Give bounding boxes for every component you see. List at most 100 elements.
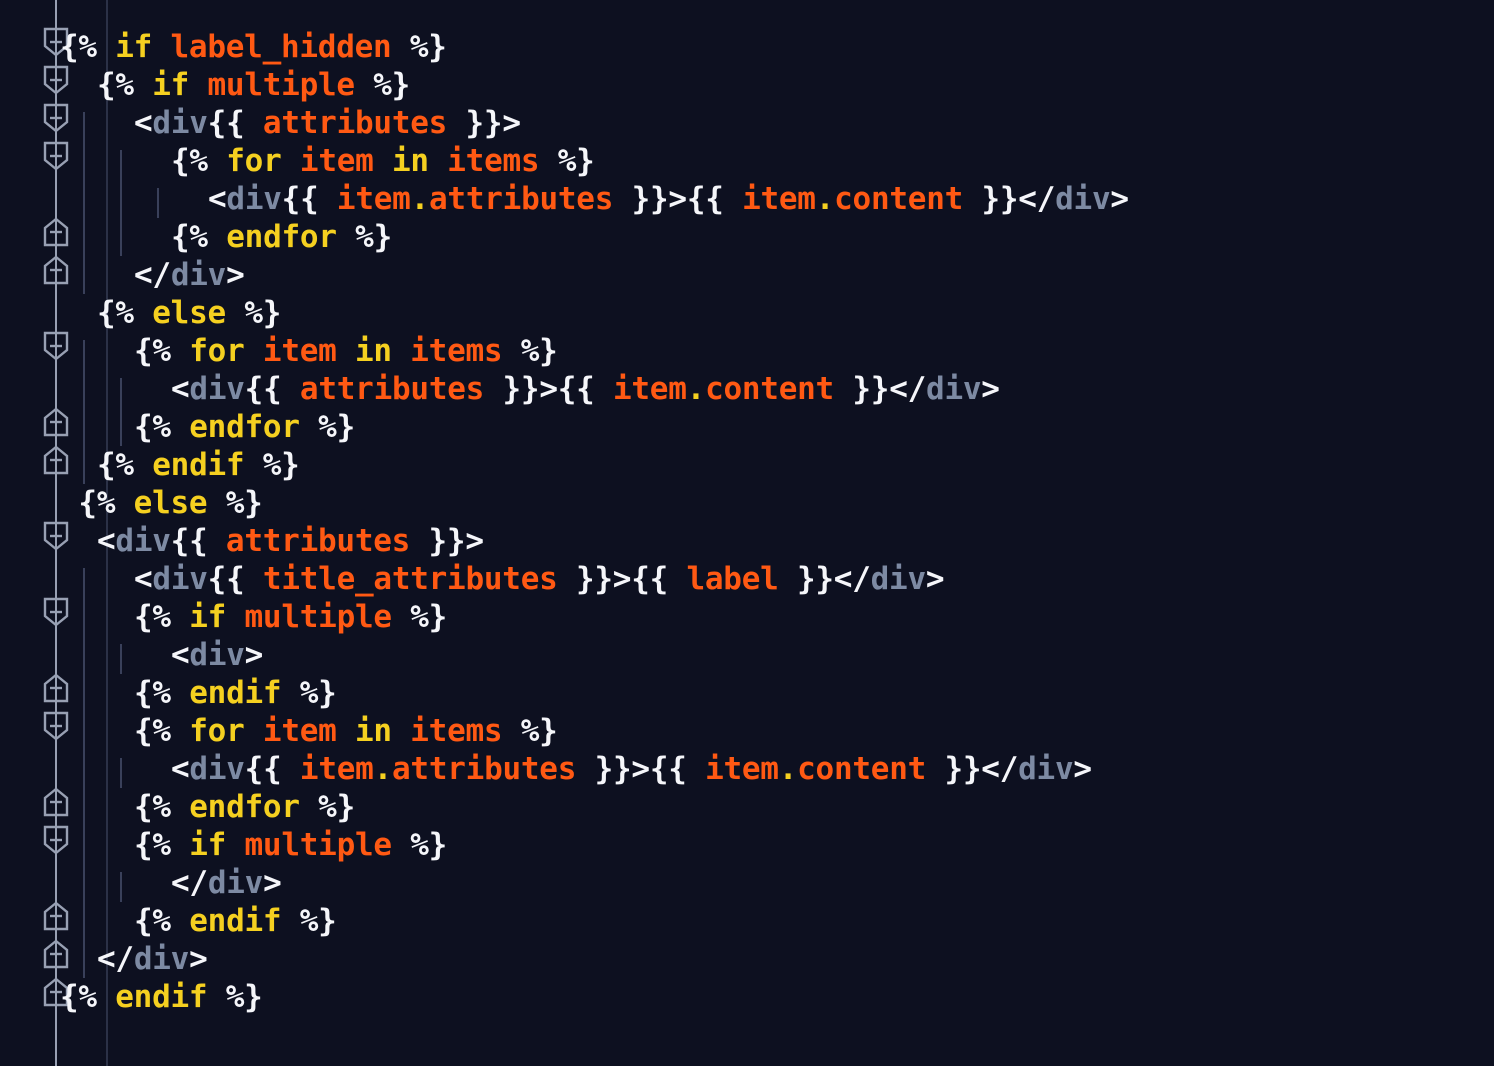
token-var: multiple xyxy=(207,67,356,103)
code-line[interactable]: </div> xyxy=(171,864,282,902)
token-punc: %} xyxy=(262,447,300,483)
code-line[interactable]: {% endif %} xyxy=(60,978,263,1016)
token-punc: {{ xyxy=(649,751,687,787)
token-var: content xyxy=(705,371,834,407)
code-line[interactable]: {% endif %} xyxy=(134,902,337,940)
token-punc: </ xyxy=(981,751,1019,787)
code-line[interactable]: {% else %} xyxy=(60,484,262,522)
code-line[interactable]: <div{{ item.attributes }}>{{ item.conten… xyxy=(208,180,1129,218)
token-var: content xyxy=(797,751,927,787)
token-punc: < xyxy=(134,561,153,597)
code-editor[interactable]: {% if label_hidden %} {% if multiple %} <d… xyxy=(0,0,1494,1066)
token-punc: {% xyxy=(134,713,171,749)
code-line[interactable]: {% for item in items %} xyxy=(171,142,595,180)
code-line[interactable]: </div> xyxy=(134,256,245,294)
token-kw: for xyxy=(226,143,282,179)
token-kw: if xyxy=(115,29,153,65)
code-line[interactable]: {% if multiple %} xyxy=(134,598,447,636)
token-punc: }} xyxy=(852,371,890,407)
code-content[interactable]: {% if label_hidden %} {% if multiple %} <d… xyxy=(0,0,1494,1066)
token-punc: {{ xyxy=(686,181,724,217)
token-punc: %} xyxy=(299,675,337,711)
code-line[interactable]: {% if multiple %} xyxy=(97,66,410,104)
code-line[interactable]: {% endfor %} xyxy=(134,408,355,446)
token-punc: {{ xyxy=(244,751,282,787)
token-punc: </ xyxy=(889,371,927,407)
token-punc: {{ xyxy=(557,371,595,407)
code-line[interactable]: {% endfor %} xyxy=(134,788,355,826)
token-punc: {% xyxy=(97,447,134,483)
token-punc: {% xyxy=(97,67,134,103)
token-punc: {{ xyxy=(244,371,282,407)
code-line[interactable]: </div> xyxy=(97,940,208,978)
code-line[interactable]: {% if label_hidden %} xyxy=(60,28,447,66)
token-tag: div xyxy=(189,751,245,787)
code-line[interactable]: {% for item in items %} xyxy=(134,332,558,370)
code-line[interactable]: <div> xyxy=(171,636,263,674)
token-punc: {% xyxy=(97,295,134,331)
token-punc: {% xyxy=(134,599,171,635)
token-punc: {% xyxy=(78,485,116,521)
token-var: item xyxy=(336,181,411,217)
code-line[interactable]: {% endif %} xyxy=(97,446,300,484)
token-punc: }} xyxy=(981,181,1019,217)
token-var: items xyxy=(410,333,503,369)
code-line[interactable]: {% endfor %} xyxy=(171,218,392,256)
code-line[interactable]: {% for item in items %} xyxy=(134,712,558,750)
token-punc: {% xyxy=(134,789,171,825)
token-var: multiple xyxy=(244,599,393,635)
code-line[interactable]: <div{{ attributes }}> xyxy=(97,522,484,560)
token-kw: endif xyxy=(152,447,245,483)
token-kw: in xyxy=(392,143,429,179)
token-kw: for xyxy=(189,333,245,369)
token-var: item xyxy=(612,371,687,407)
token-kw: if xyxy=(152,67,190,103)
token-var: label xyxy=(686,561,779,597)
token-kw: endfor xyxy=(226,219,337,255)
token-tag: div xyxy=(226,181,282,217)
code-line[interactable]: <div{{ attributes }}> xyxy=(134,104,521,142)
code-line[interactable]: <div{{ item.attributes }}>{{ item.conten… xyxy=(171,750,1092,788)
token-punc: < xyxy=(97,523,116,559)
token-punc: {{ xyxy=(207,105,245,141)
token-punc: {{ xyxy=(170,523,208,559)
token-punc: < xyxy=(208,181,227,217)
code-line[interactable]: <div{{ title_attributes }}>{{ label }}</… xyxy=(134,560,945,598)
token-tag: div xyxy=(1055,181,1111,217)
token-punc: %} xyxy=(520,333,558,369)
code-line[interactable]: {% endif %} xyxy=(134,674,337,712)
token-punc: > xyxy=(244,637,264,673)
code-line[interactable]: {% if multiple %} xyxy=(134,826,447,864)
token-kw: in xyxy=(355,713,392,749)
code-line[interactable]: <div{{ attributes }}>{{ item.content }}<… xyxy=(171,370,1000,408)
token-var: attributes xyxy=(225,523,411,559)
token-punc: {% xyxy=(134,409,171,445)
token-punc: }} xyxy=(594,751,632,787)
code-line[interactable]: {% else %} xyxy=(97,294,281,332)
